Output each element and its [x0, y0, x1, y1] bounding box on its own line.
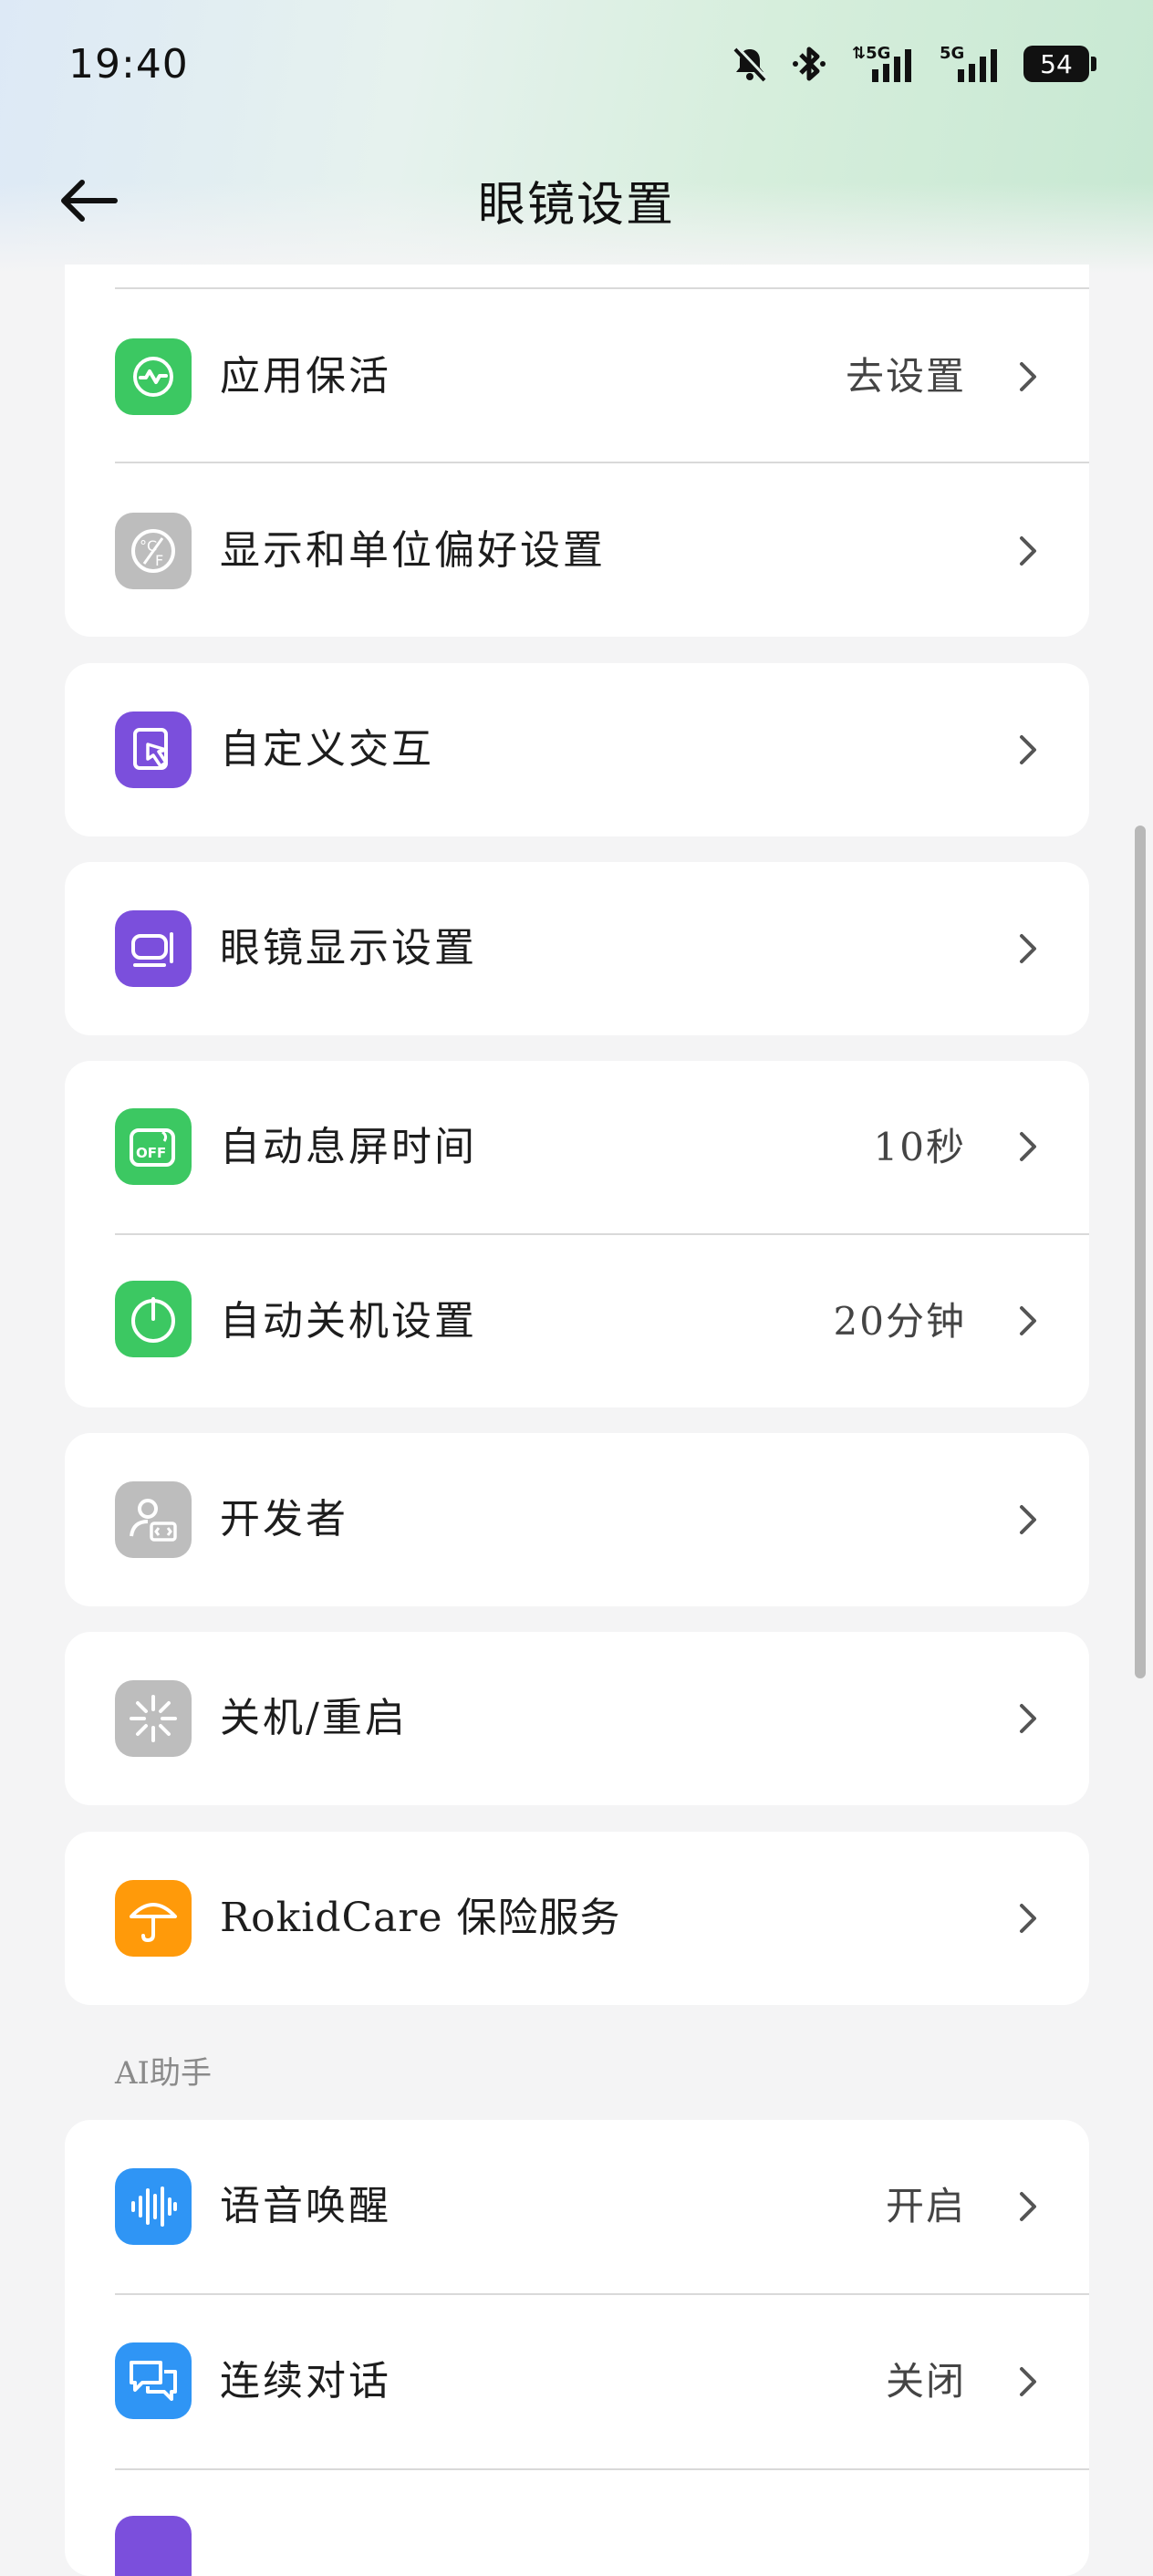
setting-value: 去设置: [845, 354, 966, 399]
setting-row-app-keepalive[interactable]: 应用保活 去设置: [65, 289, 1089, 464]
scrollbar[interactable]: [1135, 826, 1146, 1678]
setting-row-rokidcare[interactable]: RokidCare 保险服务: [65, 1832, 1089, 2005]
settings-group-ai: 语音唤醒 开启 连续对话 关闭: [65, 2120, 1089, 2576]
chevron-right-icon: [1020, 536, 1036, 566]
chevron-right-icon: [1020, 1132, 1036, 1161]
chevron-right-icon: [1020, 2367, 1036, 2396]
partial-row-icon: [115, 2516, 192, 2576]
5g-signal-icon: ⇅5G: [850, 42, 919, 86]
settings-group-developer: 开发者: [65, 1433, 1089, 1606]
setting-value: 10秒: [873, 1125, 966, 1169]
unit-preference-icon: °C F: [115, 513, 192, 589]
chevron-right-icon: [1020, 934, 1036, 963]
setting-row-shutdown-restart[interactable]: 关机/重启: [65, 1632, 1089, 1805]
section-title-ai-assistant: AI助手: [115, 2055, 212, 2092]
chat-bubbles-icon: [115, 2342, 192, 2419]
setting-label: 开发者: [220, 1496, 348, 1542]
setting-row-continuous-dialog[interactable]: 连续对话 关闭: [65, 2295, 1089, 2468]
setting-row-voice-wakeup[interactable]: 语音唤醒 开启: [65, 2120, 1089, 2293]
battery-level: 54: [1023, 46, 1096, 82]
chevron-right-icon: [1020, 1306, 1036, 1335]
svg-text:5G: 5G: [940, 44, 964, 63]
power-icon: [115, 1281, 192, 1357]
chevron-right-icon: [1020, 1505, 1036, 1534]
settings-group-display: 眼镜显示设置: [65, 862, 1089, 1035]
battery-icon: 54: [1023, 46, 1096, 82]
voice-wave-icon: [115, 2168, 192, 2245]
setting-label: 眼镜显示设置: [220, 925, 477, 971]
setting-label: 显示和单位偏好设置: [220, 527, 606, 574]
settings-group-restart: 关机/重启: [65, 1632, 1089, 1805]
svg-text:⇅5G: ⇅5G: [852, 44, 890, 63]
setting-label: RokidCare 保险服务: [220, 1895, 621, 1941]
settings-group-interaction: 自定义交互: [65, 663, 1089, 836]
status-time: 19:40: [68, 41, 189, 88]
umbrella-icon: [115, 1880, 192, 1957]
bluetooth-icon: [790, 42, 830, 86]
setting-label: 自定义交互: [220, 726, 434, 773]
developer-icon: [115, 1481, 192, 1558]
setting-value: 20分钟: [833, 1299, 966, 1344]
chevron-right-icon: [1020, 1704, 1036, 1733]
settings-group-apps: 应用保活 去设置 °C F 显示和单位偏好设置: [65, 265, 1089, 637]
screen-off-icon: OFF: [115, 1108, 192, 1185]
svg-text:OFF: OFF: [136, 1145, 166, 1161]
restart-icon: [115, 1680, 192, 1757]
setting-label: 语音唤醒: [220, 2183, 391, 2229]
setting-label: 自动息屏时间: [220, 1124, 477, 1170]
settings-group-power: OFF 自动息屏时间 10秒 自动关机设置 20分钟: [65, 1061, 1089, 1407]
setting-row-screen-off-time[interactable]: OFF 自动息屏时间 10秒: [65, 1061, 1089, 1233]
setting-row-custom-interaction[interactable]: 自定义交互: [65, 663, 1089, 836]
mute-bell-icon: [730, 44, 770, 84]
setting-row-auto-shutdown[interactable]: 自动关机设置 20分钟: [65, 1235, 1089, 1407]
svg-text:F: F: [155, 552, 163, 569]
chevron-right-icon: [1020, 1904, 1036, 1933]
setting-value: 开启: [885, 2184, 966, 2228]
page-title: 眼镜设置: [477, 178, 675, 233]
setting-label: 关机/重启: [220, 1695, 408, 1741]
setting-label: 应用保活: [220, 353, 391, 400]
touch-gesture-icon: [115, 712, 192, 788]
setting-value: 关闭: [885, 2359, 966, 2404]
chevron-right-icon: [1020, 2192, 1036, 2221]
status-bar: 19:40 ⇅5G 5G 54: [0, 0, 1153, 137]
setting-label: 连续对话: [220, 2358, 391, 2405]
setting-row-developer[interactable]: 开发者: [65, 1433, 1089, 1606]
keep-alive-icon: [115, 338, 192, 415]
settings-group-insurance: RokidCare 保险服务: [65, 1832, 1089, 2005]
status-icons: ⇅5G 5G 54: [730, 36, 1096, 91]
chevron-right-icon: [1020, 735, 1036, 764]
setting-row-partial[interactable]: [65, 2470, 1089, 2576]
app-header: 眼镜设置: [0, 155, 1153, 246]
setting-row-glasses-display[interactable]: 眼镜显示设置: [65, 862, 1089, 1035]
chevron-right-icon: [1020, 362, 1036, 391]
glasses-display-icon: [115, 910, 192, 987]
setting-label: 自动关机设置: [220, 1298, 477, 1345]
5g-signal-icon: 5G: [940, 42, 1003, 86]
setting-row-display-units[interactable]: °C F 显示和单位偏好设置: [65, 463, 1089, 637]
